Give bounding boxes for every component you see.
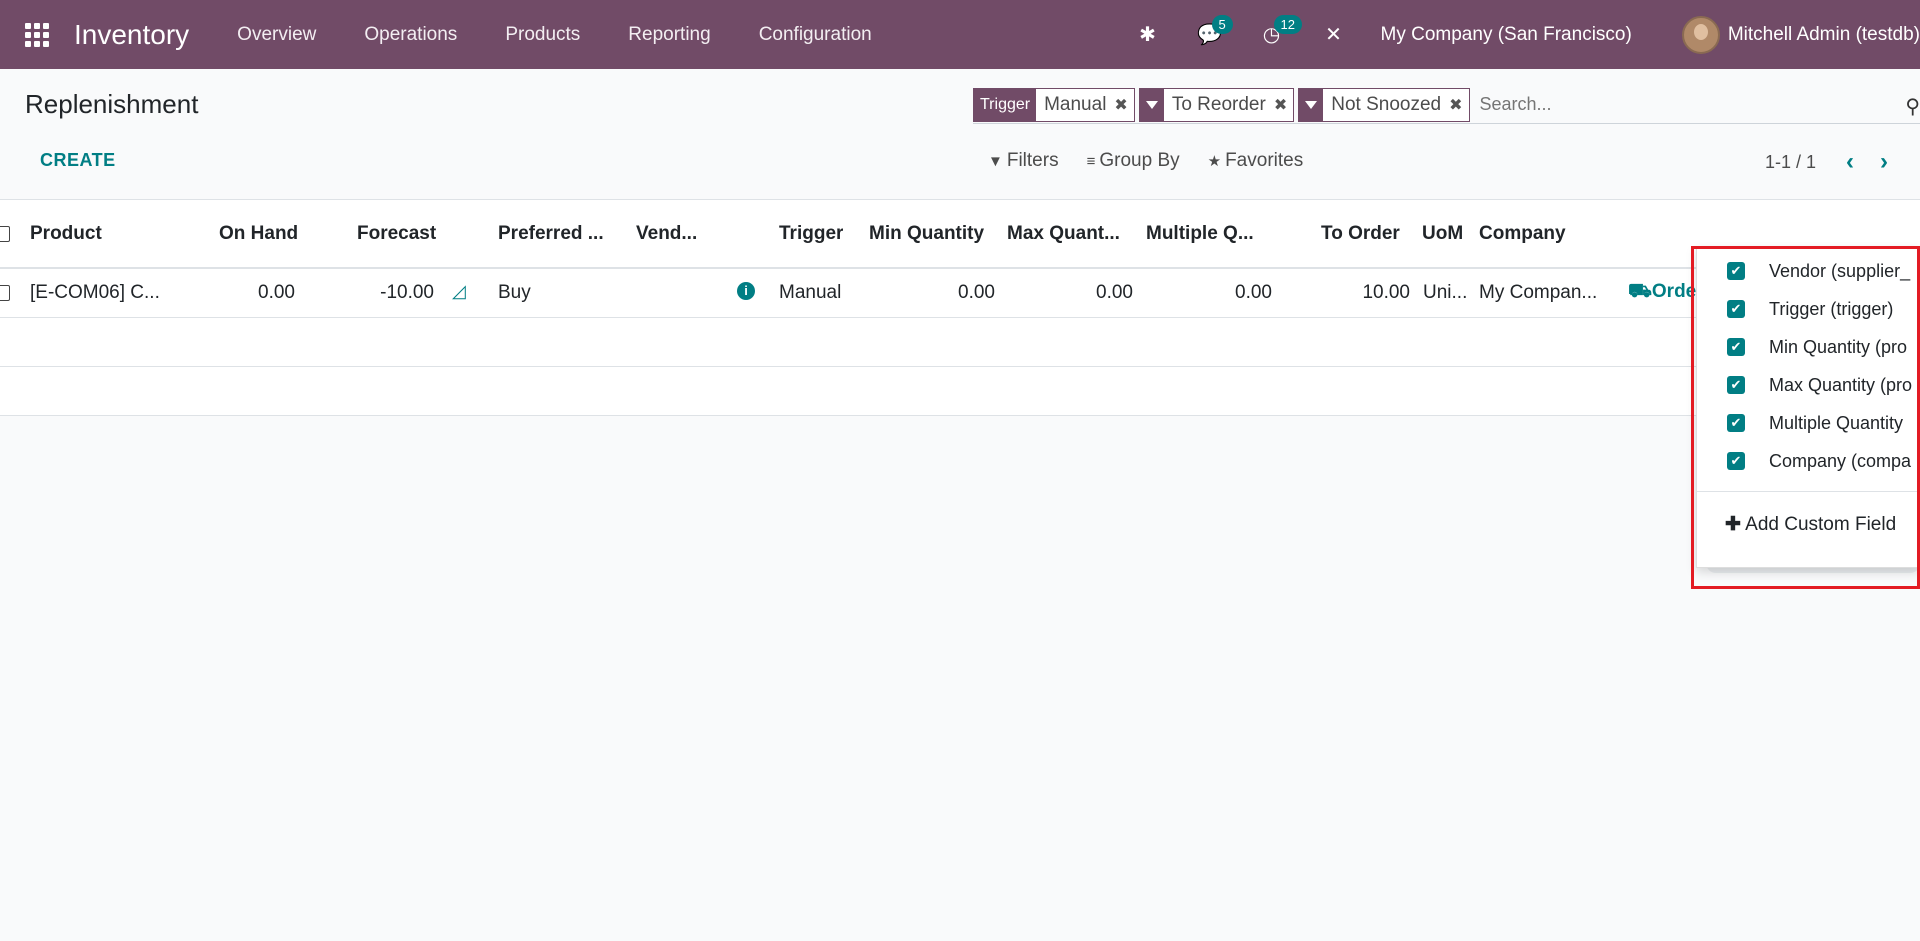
header-multiple-quantity[interactable]: Multiple Q... xyxy=(1146,223,1254,245)
debug-bug-icon[interactable]: ✱ xyxy=(1117,0,1179,69)
pager-value[interactable]: 1-1 / 1 xyxy=(1765,152,1816,173)
activities-clock-icon[interactable]: ◷ 12 xyxy=(1241,0,1303,69)
header-to-order[interactable]: To Order xyxy=(1321,223,1400,245)
search-bar: Trigger Manual ✖ To Reorder ✖ Not Snooze… xyxy=(973,86,1920,124)
app-name[interactable]: Inventory xyxy=(74,19,189,51)
filter-funnel-icon xyxy=(1139,87,1164,122)
info-icon[interactable]: i xyxy=(737,282,755,300)
search-input[interactable] xyxy=(1473,94,1874,115)
filter-funnel-icon xyxy=(1299,87,1324,122)
header-max-quantity[interactable]: Max Quant... xyxy=(1007,223,1120,245)
highlight-box xyxy=(1691,246,1920,589)
pager: 1-1 / 1 ‹ › xyxy=(1765,148,1888,176)
forecast-chart-icon[interactable]: ◿ xyxy=(452,281,466,302)
cell-forecast: -10.00 xyxy=(380,282,434,303)
favorites-button[interactable]: ★ Favorites xyxy=(1208,150,1304,172)
activities-badge: 12 xyxy=(1273,15,1302,34)
messages-icon[interactable]: 💬 5 xyxy=(1179,0,1241,69)
bars-icon: ≡ xyxy=(1086,153,1096,170)
funnel-icon: ▼ xyxy=(988,153,1003,170)
company-switcher[interactable]: My Company (San Francisco) xyxy=(1365,24,1656,46)
table-row[interactable]: [E-COM06] C... 0.00 -10.00 ◿ Buy i Manua… xyxy=(0,269,1920,318)
header-vendor[interactable]: Vend... xyxy=(636,223,697,245)
cell-max-quantity: 0.00 xyxy=(1096,282,1133,303)
apps-menu-icon[interactable] xyxy=(0,0,74,69)
filters-button[interactable]: ▼ Filters xyxy=(988,150,1059,172)
menu-operations[interactable]: Operations xyxy=(340,24,481,46)
cell-on-hand: 0.00 xyxy=(258,282,295,303)
messages-badge: 5 xyxy=(1211,15,1233,34)
row-checkbox[interactable] xyxy=(0,285,10,301)
top-navbar: Inventory Overview Operations Products R… xyxy=(0,0,1920,69)
menu-configuration[interactable]: Configuration xyxy=(735,24,896,46)
facet-trigger: Trigger Manual ✖ xyxy=(973,87,1135,122)
empty-row xyxy=(0,367,1920,416)
search-options: ▼ Filters ≡ Group By ★ Favorites xyxy=(988,150,1303,172)
truck-icon: ⛟ xyxy=(1628,281,1652,302)
pager-previous-icon[interactable]: ‹ xyxy=(1846,148,1854,176)
facet-value: Manual xyxy=(1044,93,1107,115)
header-on-hand[interactable]: On Hand xyxy=(219,223,298,245)
filters-label: Filters xyxy=(1006,150,1059,171)
table-header: Product On Hand Forecast Preferred ... V… xyxy=(0,199,1920,269)
search-icon[interactable]: ⚲ xyxy=(1905,94,1920,119)
menu-overview[interactable]: Overview xyxy=(213,24,340,46)
facet-remove-icon[interactable]: ✖ xyxy=(1114,95,1133,115)
header-min-quantity[interactable]: Min Quantity xyxy=(869,223,984,245)
cell-multiple-quantity: 0.00 xyxy=(1235,282,1272,303)
facet-not-snoozed: Not Snoozed ✖ xyxy=(1298,87,1470,122)
create-button[interactable]: CREATE xyxy=(40,150,116,171)
cell-company: My Compan... xyxy=(1479,282,1598,303)
menu-reporting[interactable]: Reporting xyxy=(604,24,734,46)
favorites-label: Favorites xyxy=(1225,150,1304,171)
header-uom[interactable]: UoM xyxy=(1422,223,1463,245)
page-title: Replenishment xyxy=(25,89,199,119)
list-view-table: Product On Hand Forecast Preferred ... V… xyxy=(0,199,1920,416)
facet-to-reorder: To Reorder ✖ xyxy=(1138,87,1295,122)
empty-row xyxy=(0,318,1920,367)
cell-uom: Uni... xyxy=(1423,282,1468,303)
facet-value: Not Snoozed xyxy=(1331,93,1442,115)
facet-key: Trigger xyxy=(974,87,1037,122)
facet-value: To Reorder xyxy=(1171,93,1266,115)
facet-remove-icon[interactable]: ✖ xyxy=(1449,95,1468,115)
cell-product: [E-COM06] C... xyxy=(30,282,160,303)
cell-min-quantity: 0.00 xyxy=(958,282,995,303)
tools-icon[interactable]: ✕ xyxy=(1303,0,1365,69)
header-product[interactable]: Product xyxy=(30,223,102,245)
header-trigger[interactable]: Trigger xyxy=(779,223,843,245)
select-all-checkbox[interactable] xyxy=(0,226,10,242)
group-by-button[interactable]: ≡ Group By xyxy=(1087,150,1180,172)
header-company[interactable]: Company xyxy=(1479,223,1566,245)
group-by-label: Group By xyxy=(1099,150,1180,171)
cell-to-order: 10.00 xyxy=(1362,282,1410,303)
star-icon: ★ xyxy=(1207,153,1222,170)
user-avatar[interactable] xyxy=(1681,15,1720,54)
user-menu[interactable]: Mitchell Admin (testdb) xyxy=(1728,24,1920,46)
header-forecast[interactable]: Forecast xyxy=(357,223,436,245)
cell-trigger: Manual xyxy=(779,282,842,303)
header-preferred-route[interactable]: Preferred ... xyxy=(498,223,604,245)
facet-remove-icon[interactable]: ✖ xyxy=(1274,95,1293,115)
cell-preferred-route: Buy xyxy=(498,282,531,303)
menu-products[interactable]: Products xyxy=(481,24,604,46)
pager-next-icon[interactable]: › xyxy=(1880,148,1888,176)
